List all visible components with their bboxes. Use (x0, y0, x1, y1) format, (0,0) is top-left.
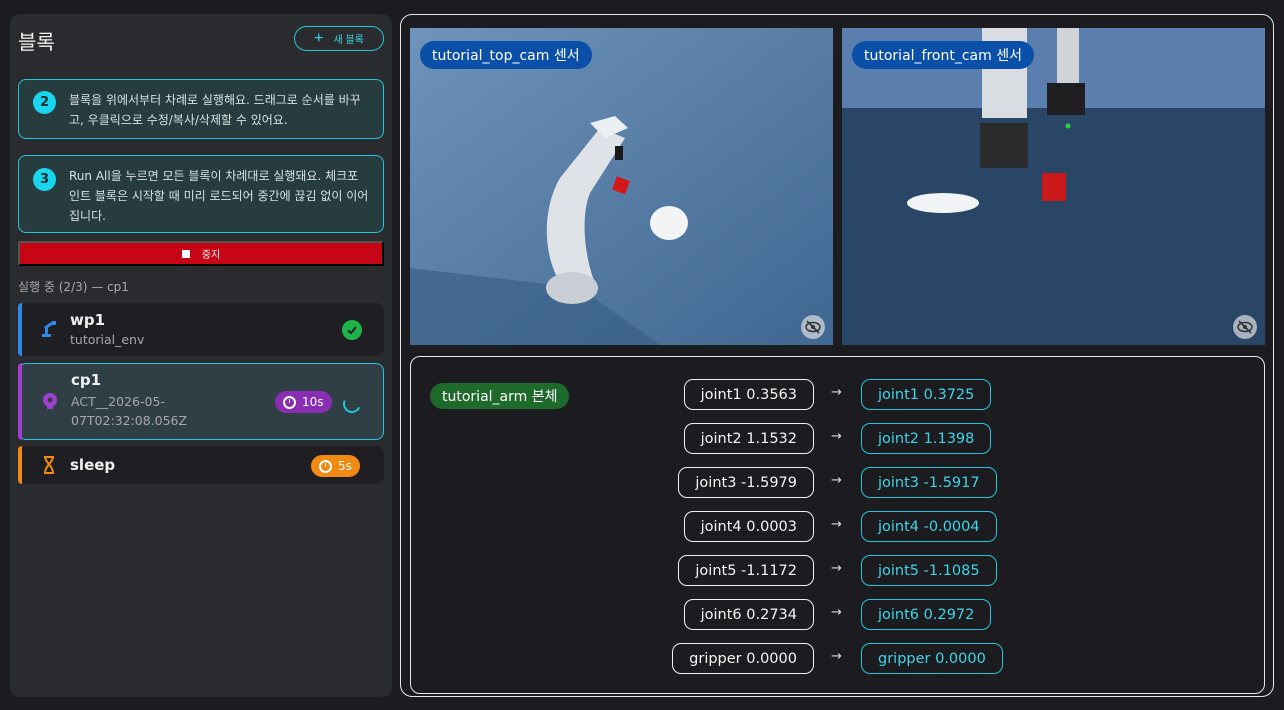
camera-label: tutorial_front_cam 센서 (852, 41, 1034, 69)
joint-row: joint6 0.2734 → joint6 0.2972 (411, 599, 1264, 630)
joint-current: joint3 -1.5979 (678, 467, 814, 498)
robot-joints-panel: tutorial_arm 본체 joint1 0.3563 → joint1 0… (410, 356, 1265, 694)
stop-button[interactable]: 중지 (18, 241, 384, 266)
tip-text: 블록을 위에서부터 차례로 실행해요. 드래그로 순서를 바꾸고, 우클릭으로 … (69, 93, 361, 127)
timer-icon (319, 459, 332, 473)
joint-row: joint3 -1.5979 → joint3 -1.5917 (411, 467, 1264, 498)
joint-current: joint1 0.3563 (683, 379, 814, 410)
tip-number: 3 (33, 168, 56, 191)
camera-label: tutorial_top_cam 센서 (420, 41, 592, 69)
stop-label: 중지 (201, 250, 221, 261)
joint-target: joint5 -1.1085 (861, 555, 997, 586)
arrow-right-icon: → (831, 429, 842, 444)
joint-target: joint2 1.1398 (861, 423, 992, 454)
joint-target: joint1 0.3725 (861, 379, 992, 410)
arrow-right-icon: → (831, 473, 842, 488)
hide-camera-button[interactable] (801, 315, 825, 339)
arrow-right-icon: → (831, 605, 842, 620)
joint-row: joint5 -1.1172 → joint5 -1.1085 (411, 555, 1264, 586)
block-subtitle: tutorial_env (70, 332, 145, 347)
timer-value: 10s (302, 395, 324, 409)
check-icon (342, 320, 362, 340)
joint-row: gripper 0.0000 → gripper 0.0000 (411, 643, 1264, 674)
tip-text: Run All을 누르면 모든 블록이 차례대로 실행돼요. 체크포인트 블록은… (69, 169, 369, 223)
block-color-bar (18, 363, 22, 440)
camera-view-top: tutorial_top_cam 센서 (410, 28, 833, 345)
joint-target: joint6 0.2972 (861, 599, 992, 630)
eye-off-icon (805, 320, 821, 334)
eye-off-icon (1237, 320, 1253, 334)
blocks-sidebar: 블록 + 새 블록 2 블록을 위에서부터 차례로 실행해요. 드래그로 순서를… (10, 14, 392, 697)
timer-badge: 10s (275, 391, 332, 413)
block-color-bar (18, 303, 22, 356)
hide-camera-button[interactable] (1233, 315, 1257, 339)
block-subtitle: ACT__2026-05-07T02:32:08.056Z (71, 394, 188, 428)
block-sleep[interactable]: sleep 5s (18, 446, 384, 484)
arrow-right-icon: → (831, 385, 842, 400)
main-panel: tutorial_top_cam 센서 tutorial_front_cam 센… (400, 14, 1274, 697)
joint-target: joint3 -1.5917 (861, 467, 997, 498)
timer-badge: 5s (311, 455, 360, 477)
joint-row: joint4 0.0003 → joint4 -0.0004 (411, 511, 1264, 542)
joint-row: joint2 1.1532 → joint2 1.1398 (411, 423, 1264, 454)
stop-icon (181, 249, 190, 258)
block-name: sleep (70, 456, 116, 474)
block-cp1[interactable]: cp1 ACT__2026-05-07T02:32:08.056Z 10s (18, 363, 384, 440)
joint-target: gripper 0.0000 (861, 643, 1003, 674)
joint-current: joint6 0.2734 (683, 599, 814, 630)
tip-card: 2 블록을 위에서부터 차례로 실행해요. 드래그로 순서를 바꾸고, 우클릭으… (18, 79, 384, 139)
arrow-right-icon: → (831, 517, 842, 532)
brain-icon (43, 393, 57, 409)
new-block-label: 새 블록 (333, 35, 364, 46)
joint-current: joint4 0.0003 (683, 511, 814, 542)
block-color-bar (18, 446, 22, 484)
front-cam-image (842, 28, 1265, 345)
joint-current: joint2 1.1532 (683, 423, 814, 454)
joint-current: joint5 -1.1172 (678, 555, 814, 586)
tip-number: 2 (33, 91, 56, 114)
robot-arm-icon (42, 321, 56, 337)
top-cam-image (410, 28, 833, 345)
camera-view-front: tutorial_front_cam 센서 (842, 28, 1265, 345)
block-name: cp1 (71, 371, 102, 389)
joint-row: joint1 0.3563 → joint1 0.3725 (411, 379, 1264, 410)
arrow-right-icon: → (831, 649, 842, 664)
timer-icon (283, 395, 296, 409)
run-status: 실행 중 (2/3) — cp1 (18, 280, 129, 294)
plus-icon: + (314, 29, 324, 47)
tip-card: 3 Run All을 누르면 모든 블록이 차례대로 실행돼요. 체크포인트 블… (18, 155, 384, 233)
timer-value: 5s (338, 459, 352, 473)
block-wp1[interactable]: wp1 tutorial_env (18, 303, 384, 356)
block-name: wp1 (70, 311, 106, 329)
arrow-right-icon: → (831, 561, 842, 576)
joint-target: joint4 -0.0004 (861, 511, 997, 542)
hourglass-icon (44, 456, 54, 474)
joint-current: gripper 0.0000 (672, 643, 814, 674)
sidebar-title: 블록 (18, 30, 55, 54)
new-block-button[interactable]: + 새 블록 (294, 26, 384, 51)
loading-spinner-icon (340, 392, 364, 416)
